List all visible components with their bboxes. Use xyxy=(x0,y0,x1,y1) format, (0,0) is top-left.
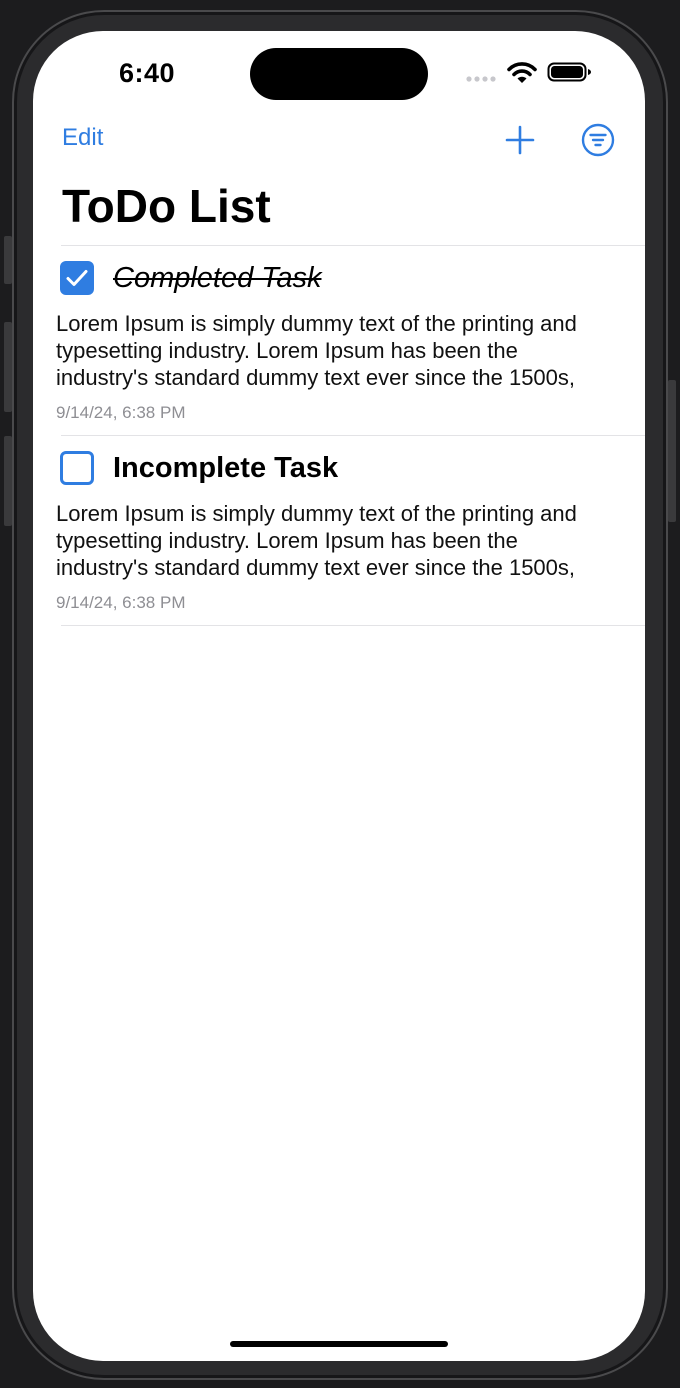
task-timestamp: 9/14/24, 6:38 PM xyxy=(56,593,186,612)
task-description: Lorem Ipsum is simply dummy text of the … xyxy=(56,311,577,390)
plus-icon xyxy=(505,125,535,155)
task-row[interactable]: Incomplete Task Lorem Ipsum is simply du… xyxy=(33,435,645,626)
task-timestamp: 9/14/24, 6:38 PM xyxy=(56,403,186,422)
page-title: ToDo List xyxy=(62,180,271,232)
filter-circle-icon xyxy=(581,123,615,157)
task-description: Lorem Ipsum is simply dummy text of the … xyxy=(56,501,577,580)
task-list: Completed Task Lorem Ipsum is simply dum… xyxy=(33,245,645,626)
task-title: Incomplete Task xyxy=(113,452,339,484)
wifi-icon xyxy=(507,62,537,83)
status-time: 6:40 xyxy=(119,58,176,88)
volume-down-button xyxy=(4,436,12,526)
power-button xyxy=(668,380,676,522)
battery-icon xyxy=(547,62,591,82)
task-checkbox[interactable] xyxy=(60,261,94,295)
home-indicator[interactable] xyxy=(230,1341,448,1347)
task-checkbox[interactable] xyxy=(60,451,94,485)
task-row[interactable]: Completed Task Lorem Ipsum is simply dum… xyxy=(33,245,645,435)
add-task-button[interactable] xyxy=(505,125,535,155)
cellular-signal-icon xyxy=(466,76,496,82)
task-title: Completed Task xyxy=(113,262,322,294)
filter-button[interactable] xyxy=(581,123,615,157)
dynamic-island xyxy=(250,48,428,100)
phone-screen: 6:40 Edit ToDo List Completed Task Lorem… xyxy=(33,31,645,1361)
edit-button[interactable]: Edit xyxy=(62,124,103,152)
row-divider xyxy=(61,435,645,436)
row-divider xyxy=(61,245,645,246)
action-button xyxy=(4,236,12,284)
checkmark-icon xyxy=(66,270,88,286)
row-divider xyxy=(61,625,645,626)
volume-up-button xyxy=(4,322,12,412)
